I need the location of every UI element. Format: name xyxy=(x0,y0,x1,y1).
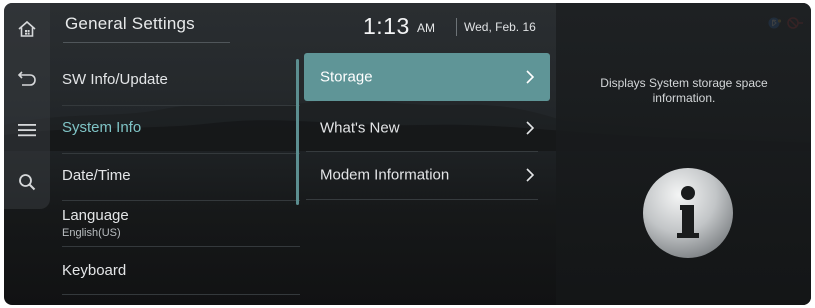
search-icon xyxy=(19,174,36,191)
menu-item-label: Date/Time xyxy=(62,167,131,184)
menu-item-language[interactable]: Language English(US) xyxy=(62,207,300,239)
divider xyxy=(62,246,300,247)
menu-icon xyxy=(18,124,36,137)
menu-item-label: Language xyxy=(62,207,129,224)
list-item-storage[interactable]: Storage xyxy=(304,53,550,101)
menu-button[interactable] xyxy=(10,113,44,147)
menu-item-system-info[interactable]: System Info xyxy=(62,119,300,136)
back-icon xyxy=(17,71,36,86)
detail-pane xyxy=(556,3,811,305)
side-rail xyxy=(4,3,50,209)
menu-scrollbar[interactable] xyxy=(296,59,299,205)
detail-description: Displays System storage space informatio… xyxy=(600,76,768,105)
divider xyxy=(62,153,300,154)
head-unit-screen: General Settings 1:13 AM Wed, Feb. 16 SW… xyxy=(4,3,811,305)
list-item-modem-information[interactable]: Modem Information xyxy=(304,151,550,199)
home-button[interactable] xyxy=(10,12,44,46)
list-item-whats-new[interactable]: What's New xyxy=(304,104,550,152)
divider xyxy=(62,105,300,106)
list-item-label: What's New xyxy=(320,119,400,137)
page-title: General Settings xyxy=(65,14,195,33)
divider xyxy=(62,200,300,201)
chevron-right-icon xyxy=(526,168,534,182)
clock-time: 1:13 xyxy=(363,13,410,39)
search-button[interactable] xyxy=(10,165,44,199)
info-icon xyxy=(643,168,733,258)
title-underline xyxy=(63,42,230,43)
chevron-right-icon xyxy=(526,121,534,135)
clock-date: Wed, Feb. 16 xyxy=(464,20,536,34)
chevron-right-icon xyxy=(526,70,534,84)
menu-item-date-time[interactable]: Date/Time xyxy=(62,167,300,184)
list-item-label: Storage xyxy=(320,68,373,86)
menu-item-sw-info-update[interactable]: SW Info/Update xyxy=(62,71,300,88)
menu-item-label: SW Info/Update xyxy=(62,71,168,88)
clock-divider xyxy=(456,18,457,36)
home-icon xyxy=(18,20,36,37)
back-button[interactable] xyxy=(10,61,44,95)
menu-item-label: Keyboard xyxy=(62,262,127,279)
list-item-label: Modem Information xyxy=(320,166,450,184)
divider xyxy=(306,199,538,200)
menu-item-sublabel: English(US) xyxy=(62,227,121,239)
menu-item-keyboard[interactable]: Keyboard xyxy=(62,262,300,279)
divider xyxy=(62,294,300,295)
clock-ampm: AM xyxy=(417,21,435,35)
menu-item-label: System Info xyxy=(62,119,142,136)
